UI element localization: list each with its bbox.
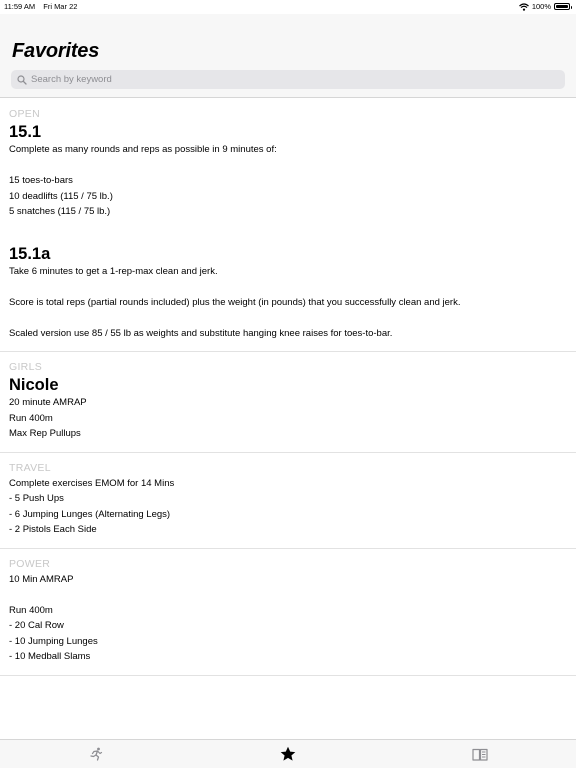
- section-girls: GIRLS Nicole 20 minute AMRAP Run 400m Ma…: [0, 352, 576, 453]
- status-left: 11:59 AM Fri Mar 22: [4, 2, 77, 11]
- wod-line: 10 Min AMRAP: [9, 573, 74, 585]
- wod-line: - 10 Jumping Lunges: [9, 635, 98, 647]
- section-open: OPEN 15.1 Complete as many rounds and re…: [0, 99, 576, 352]
- section-travel: TRAVEL Complete exercises EMOM for 14 Mi…: [0, 453, 576, 549]
- wod-line: - 2 Pistols Each Side: [9, 524, 97, 535]
- book-icon: [472, 748, 488, 761]
- star-icon: [280, 746, 296, 761]
- status-right: 100%: [518, 2, 572, 11]
- battery-icon: [554, 3, 572, 10]
- wifi-icon: [518, 2, 529, 11]
- status-time: 11:59 AM: [4, 2, 36, 11]
- wod-line: - 10 Medball Slams: [9, 651, 91, 662]
- wod-title: 15.1a: [9, 244, 51, 263]
- nav-header: Favorites: [0, 14, 576, 98]
- wod-line: [9, 279, 576, 295]
- wod-line: - 6 Jumping Lunges (Alternating Legs): [9, 508, 171, 520]
- wod-line: 20 minute AMRAP: [9, 397, 87, 408]
- favorites-list[interactable]: OPEN 15.1 Complete as many rounds and re…: [0, 99, 576, 739]
- search-input[interactable]: [31, 74, 531, 85]
- wod-item[interactable]: Complete exercises EMOM for 14 Mins - 5 …: [9, 476, 576, 548]
- wod-line: - 20 Cal Row: [9, 620, 64, 631]
- wod-title: 15.1: [9, 123, 42, 141]
- wod-line: Complete exercises EMOM for 14 Mins: [9, 477, 175, 489]
- runner-icon: [90, 747, 103, 761]
- wod-line: Score is total reps (partial rounds incl…: [9, 296, 461, 308]
- wod-line: - 5 Push Ups: [9, 493, 64, 504]
- section-header-open: OPEN: [9, 108, 40, 120]
- wod-line: Take 6 minutes to get a 1-rep-max clean …: [9, 265, 218, 277]
- wod-item[interactable]: 10 Min AMRAP Run 400m - 20 Cal Row - 10 …: [9, 572, 576, 675]
- wod-line: 15 toes-to-bars: [9, 175, 73, 186]
- wod-line: [9, 587, 576, 603]
- section-header-power: POWER: [9, 557, 51, 570]
- search-icon: [17, 74, 27, 85]
- app-screen: 11:59 AM Fri Mar 22 100% Favorites Searc…: [0, 0, 576, 768]
- wod-line: Complete as many rounds and reps as poss…: [9, 144, 277, 155]
- tab-library[interactable]: [460, 740, 500, 768]
- section-power: POWER 10 Min AMRAP Run 400m - 20 Cal Row…: [0, 549, 576, 676]
- status-bar: 11:59 AM Fri Mar 22 100%: [0, 0, 576, 14]
- wod-item[interactable]: 15.1 Complete as many rounds and reps as…: [9, 122, 576, 230]
- battery-percent: 100%: [531, 2, 551, 11]
- wod-line: [9, 158, 576, 174]
- wod-title: Nicole: [9, 376, 59, 394]
- wod-line: Max Rep Pullups: [9, 428, 81, 439]
- tab-bar: [0, 739, 576, 768]
- section-header-travel: TRAVEL: [9, 461, 51, 474]
- battery-fill: [556, 5, 568, 8]
- wod-item[interactable]: 15.1a Take 6 minutes to get a 1-rep-max …: [9, 230, 576, 352]
- search-bar[interactable]: [11, 70, 565, 89]
- page-title: Favorites: [12, 40, 100, 62]
- status-date: Fri Mar 22: [43, 2, 78, 11]
- wod-line: 10 deadlifts (115 / 75 lb.): [9, 190, 113, 202]
- tab-favorites[interactable]: [268, 740, 308, 768]
- wod-line: [9, 310, 576, 326]
- tab-workouts[interactable]: [76, 740, 116, 768]
- wod-line: Scaled version use 85 / 55 lb as weights…: [9, 327, 393, 339]
- section-header-girls: GIRLS: [9, 361, 43, 373]
- wod-line: 5 snatches (115 / 75 lb.): [9, 206, 111, 217]
- wod-item[interactable]: Nicole 20 minute AMRAP Run 400m Max Rep …: [9, 375, 576, 452]
- wod-line: Run 400m: [9, 604, 53, 616]
- wod-line: Run 400m: [9, 412, 53, 424]
